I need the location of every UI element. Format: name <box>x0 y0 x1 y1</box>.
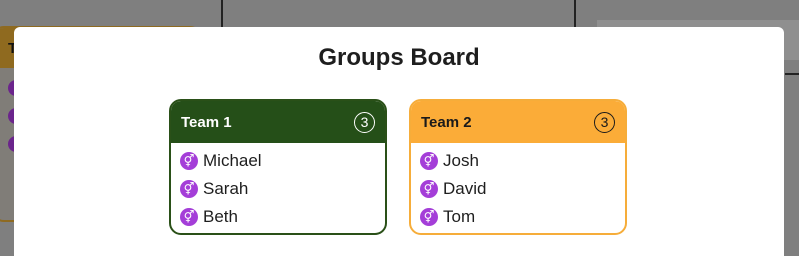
person-gender-icon: ⚥ <box>420 180 438 198</box>
group-card-team-1[interactable]: Team 1 3 ⚥ Michael ⚥ Sarah ⚥ Beth <box>169 99 387 235</box>
groups-board-modal: Groups Board Team 1 3 ⚥ Michael ⚥ Sarah … <box>14 27 784 256</box>
group-name: Team 1 <box>181 113 232 131</box>
member-name: Josh <box>443 151 479 170</box>
list-item[interactable]: ⚥ Josh <box>411 147 625 175</box>
person-gender-icon: ⚥ <box>180 152 198 170</box>
member-list: ⚥ Michael ⚥ Sarah ⚥ Beth <box>171 143 385 231</box>
background-divider <box>221 0 223 28</box>
group-header: Team 2 3 <box>411 101 625 143</box>
person-gender-icon: ⚥ <box>180 208 198 226</box>
person-gender-icon: ⚥ <box>420 208 438 226</box>
list-item[interactable]: ⚥ Sarah <box>171 175 385 203</box>
person-gender-icon: ⚥ <box>180 180 198 198</box>
member-name: David <box>443 179 487 198</box>
person-gender-icon: ⚥ <box>420 152 438 170</box>
member-count-badge: 3 <box>594 111 615 133</box>
member-count-badge: 3 <box>354 111 375 133</box>
group-header: Team 1 3 <box>171 101 385 143</box>
member-name: Tom <box>443 207 476 226</box>
list-item[interactable]: ⚥ Tom <box>411 203 625 231</box>
group-name: Team 2 <box>421 113 472 131</box>
list-item[interactable]: ⚥ Beth <box>171 203 385 231</box>
member-list: ⚥ Josh ⚥ David ⚥ Tom <box>411 143 625 231</box>
list-item[interactable]: ⚥ Michael <box>171 147 385 175</box>
member-name: Sarah <box>203 179 249 198</box>
background-divider <box>574 0 576 28</box>
member-name: Michael <box>203 151 262 170</box>
list-item[interactable]: ⚥ David <box>411 175 625 203</box>
background-dash <box>785 73 799 75</box>
member-name: Beth <box>203 207 238 226</box>
modal-title: Groups Board <box>318 44 480 71</box>
group-card-team-2[interactable]: Team 2 3 ⚥ Josh ⚥ David ⚥ Tom <box>409 99 627 235</box>
